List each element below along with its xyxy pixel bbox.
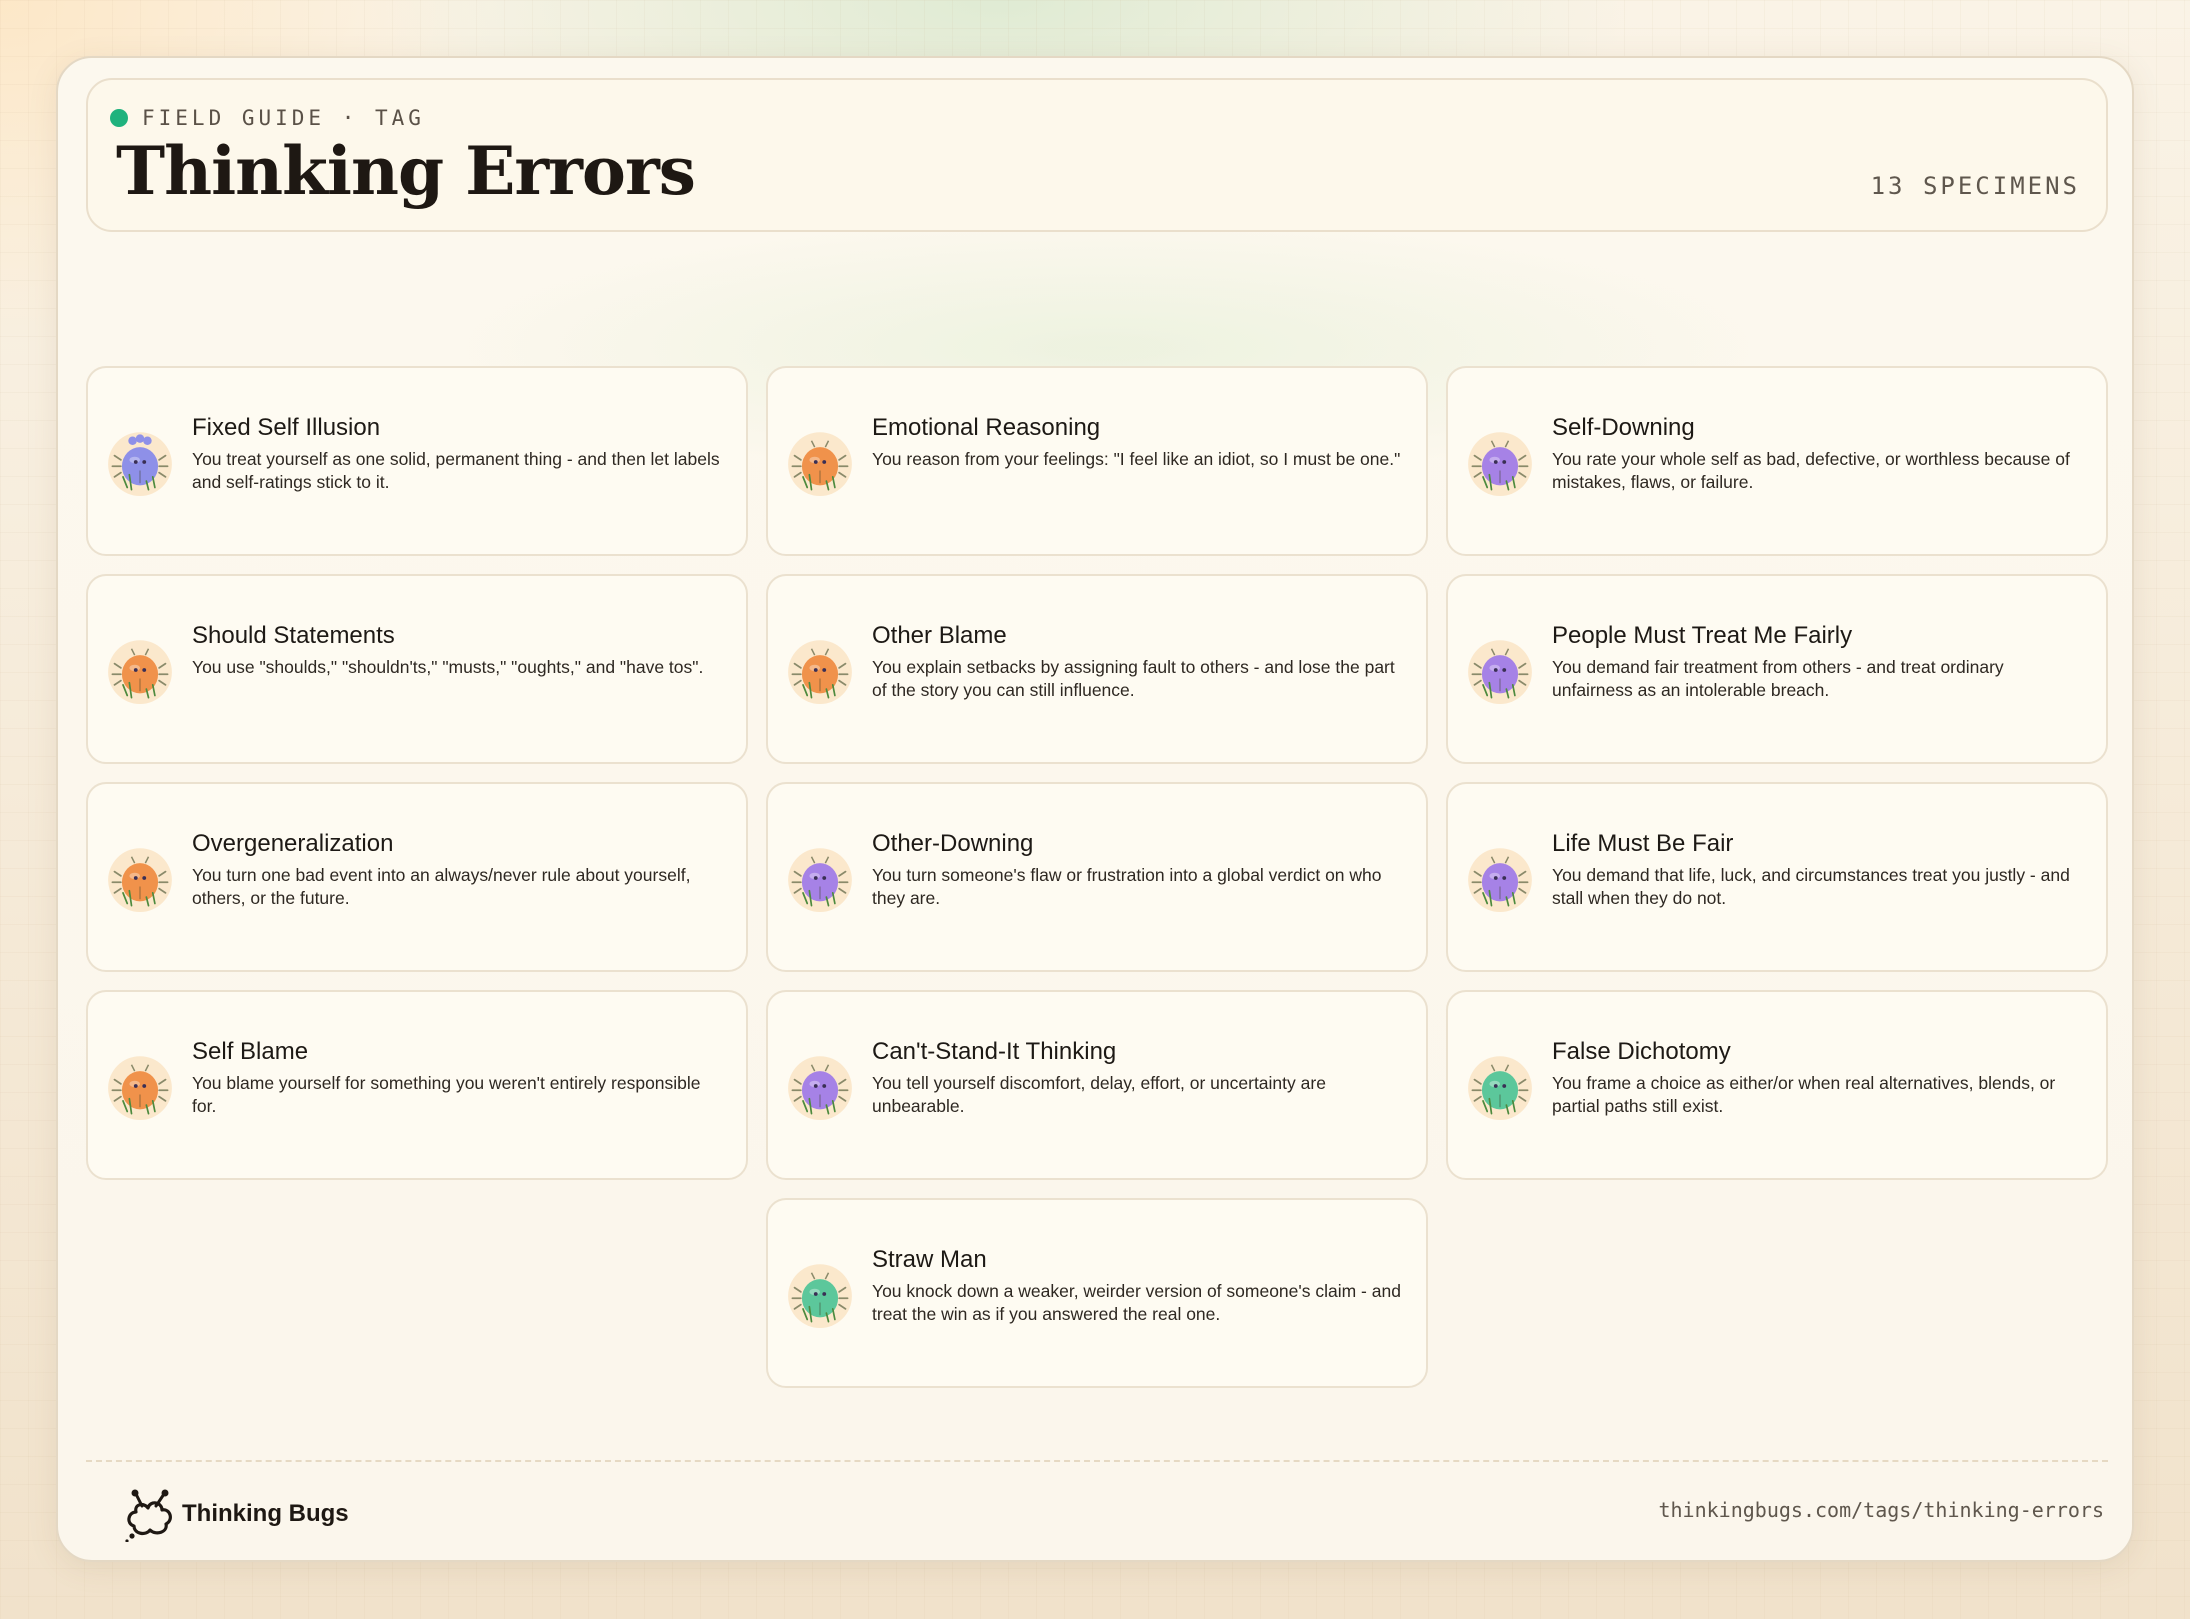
card-title: Can't-Stand-It Thinking [872,1038,1117,1065]
page-title: Thinking Errors [116,132,696,210]
purple-bug-icon [1466,428,1534,496]
card-description: You turn one bad event into an always/ne… [192,865,691,908]
specimen-card[interactable]: Other-Downing You turn someone's flaw or … [766,782,1428,972]
card-title: Self-Downing [1552,414,1695,441]
card-title: False Dichotomy [1552,1038,1731,1065]
card-title: Should Statements [192,622,395,649]
card-description: You rate your whole self as bad, defecti… [1552,449,2070,492]
green-bug-icon [1466,1052,1534,1120]
card-grid: Fixed Self Illusion You treat yourself as… [86,366,2108,1446]
header-panel: FIELD GUIDE · TAG Thinking Errors 13 SPE… [86,78,2108,232]
specimen-count: 13 SPECIMENS [1870,172,2080,200]
card-description: You knock down a weaker, weirder version… [872,1281,1401,1324]
specimen-card[interactable]: Can't-Stand-It Thinking You tell yourself… [766,990,1428,1180]
card-description: You treat yourself as one solid, permane… [192,449,720,492]
guide-frame: FIELD GUIDE · TAG Thinking Errors 13 SPE… [56,56,2134,1562]
specimen-card[interactable]: Overgeneralization You turn one bad event… [86,782,748,972]
card-title: Fixed Self Illusion [192,414,381,441]
purple-bug-icon [1466,844,1534,912]
card-description: You demand that life, luck, and circumst… [1552,865,2070,908]
orange-bug-icon [106,844,174,912]
card-description: You explain setbacks by assigning fault … [872,657,1395,700]
eyebrow: FIELD GUIDE · TAG [110,106,425,130]
card-title: Self Blame [192,1038,309,1065]
orange-bug-icon [106,636,174,704]
eyebrow-label: FIELD GUIDE · TAG [142,106,425,130]
footer-url[interactable]: thinkingbugs.com/tags/thinking-errors [1658,1498,2104,1522]
purple-bug-icon [786,844,854,912]
card-description: You turn someone's flaw or frustration i… [872,865,1382,908]
card-description: You use "shoulds," "shouldn'ts," "musts,… [192,657,704,677]
purple-bug-icon [786,1052,854,1120]
specimen-card[interactable]: Straw Man You knock down a weaker, weirde… [766,1198,1428,1388]
status-dot-icon [110,109,128,127]
footer-divider [86,1460,2108,1462]
specimen-card[interactable]: False Dichotomy You frame a choice as eit… [1446,990,2108,1180]
orange-bug-icon [786,428,854,496]
specimen-card[interactable]: Life Must Be Fair You demand that life, l… [1446,782,2108,972]
specimen-card[interactable]: Other Blame You explain setbacks by assig… [766,574,1428,764]
specimen-card[interactable]: People Must Treat Me Fairly You demand fa… [1446,574,2108,764]
specimen-card[interactable]: Should Statements You use "shoulds," "sho… [86,574,748,764]
orange-bug-icon [106,1052,174,1120]
card-description: You reason from your feelings: "I feel l… [872,449,1401,469]
blue-antennae-bug-icon [106,428,174,496]
card-title: Emotional Reasoning [872,414,1101,441]
card-description: You tell yourself discomfort, delay, eff… [872,1073,1326,1116]
card-description: You demand fair treatment from others - … [1552,657,2004,700]
card-title: Other-Downing [872,830,1034,857]
card-title: Life Must Be Fair [1552,830,1734,857]
specimen-card[interactable]: Self Blame You blame yourself for somethi… [86,990,748,1180]
card-title: Straw Man [872,1246,987,1273]
card-title: People Must Treat Me Fairly [1552,622,1853,649]
brand-name[interactable]: Thinking Bugs [182,1500,349,1528]
purple-bug-icon [1466,636,1534,704]
green-bug-icon [786,1260,854,1328]
card-title: Other Blame [872,622,1007,649]
card-title: Overgeneralization [192,830,394,857]
specimen-card[interactable]: Fixed Self Illusion You treat yourself as… [86,366,748,556]
card-description: You blame yourself for something you wer… [192,1073,701,1116]
thinking-bugs-logo-icon[interactable] [122,1482,176,1542]
orange-bug-icon [786,636,854,704]
card-description: You frame a choice as either/or when rea… [1552,1073,2056,1116]
specimen-card[interactable]: Emotional Reasoning You reason from your … [766,366,1428,556]
specimen-card[interactable]: Self-Downing You rate your whole self as … [1446,366,2108,556]
